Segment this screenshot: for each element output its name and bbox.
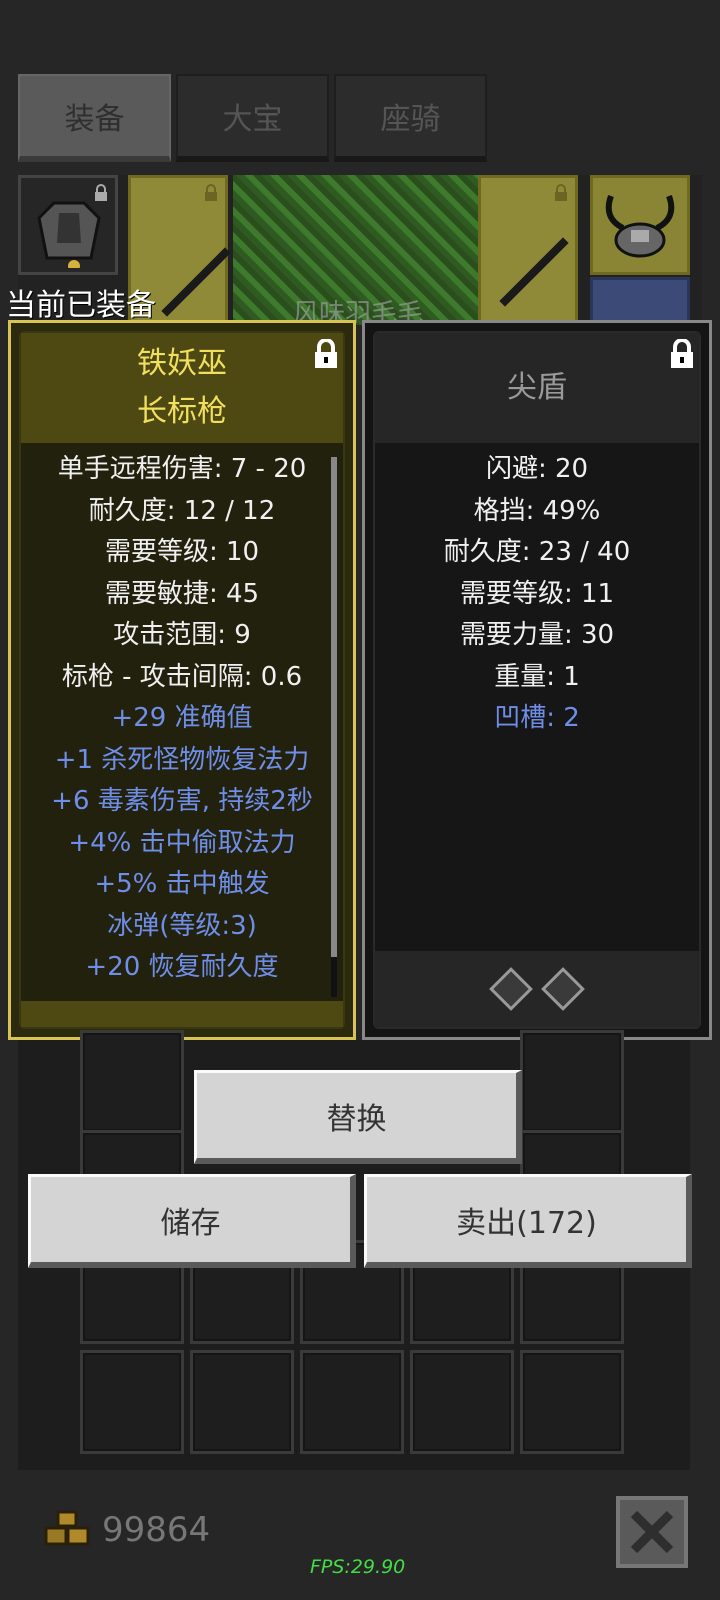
magic-stat-line: +5% 击中触发 xyxy=(94,869,270,899)
card-footer xyxy=(21,1001,343,1027)
inventory-slot[interactable] xyxy=(520,1030,624,1134)
magic-stat-line: +4% 击中偷取法力 xyxy=(68,827,296,858)
spear-icon xyxy=(499,237,569,307)
stat-line: 需要等级: 11 xyxy=(459,578,615,609)
equipped-item-card: 铁妖巫 长标枪 单手远程伤害: 7 - 20 耐久度: 12 / 12 需要等级… xyxy=(8,320,356,1040)
empty-socket-icon xyxy=(489,967,533,1011)
padlock-icon[interactable] xyxy=(313,339,339,369)
magic-stat-line: +29 准确值 xyxy=(111,703,253,733)
stat-line: 耐久度: 23 / 40 xyxy=(443,537,631,567)
spear-icon xyxy=(161,247,231,317)
magic-stat-line: 凹槽: 2 xyxy=(494,703,580,733)
lock-icon xyxy=(95,184,107,201)
magic-stat-line: +20 恢复耐久度 xyxy=(85,952,279,982)
gold-amount: 99864 xyxy=(102,1510,211,1550)
stat-line: 需要等级: 10 xyxy=(104,537,260,567)
socket-row xyxy=(375,951,699,1027)
item-name-prefix: 铁妖巫 xyxy=(137,346,227,381)
stat-line: 单手远程伤害: 7 - 20 xyxy=(57,454,307,484)
new-item-card: 尖盾 闪避: 20 格挡: 49% 耐久度: 23 / 40 需要等级: 11 … xyxy=(362,320,712,1040)
sell-button[interactable]: 卖出(172) xyxy=(364,1174,692,1268)
tab-mount[interactable]: 座骑 xyxy=(334,74,487,162)
inventory-slot[interactable] xyxy=(190,1350,294,1454)
stat-line: 耐久度: 12 / 12 xyxy=(88,495,276,526)
stats-scrollbar[interactable] xyxy=(331,457,337,997)
inventory-slot[interactable] xyxy=(300,1350,404,1454)
inventory-slot[interactable] xyxy=(80,1030,184,1134)
close-button[interactable] xyxy=(616,1496,688,1568)
item-stats: 单手远程伤害: 7 - 20 耐久度: 12 / 12 需要等级: 10 需要敏… xyxy=(21,443,343,989)
inventory-slot[interactable] xyxy=(410,1350,514,1454)
tab-bar: 装备 大宝 座骑 xyxy=(18,74,487,162)
stat-line: 标枪 - 攻击间隔: 0.6 xyxy=(61,661,303,692)
inventory-slot[interactable] xyxy=(80,1350,184,1454)
replace-button[interactable]: 替换 xyxy=(194,1070,522,1164)
ring-slot[interactable] xyxy=(590,277,690,325)
lock-icon xyxy=(555,184,567,201)
stat-line: 需要敏捷: 45 xyxy=(104,578,260,609)
stat-line: 闪避: 20 xyxy=(485,454,589,484)
offhand-slot[interactable] xyxy=(478,175,578,325)
item-stats: 闪避: 20 格挡: 49% 耐久度: 23 / 40 需要等级: 11 需要力… xyxy=(375,443,699,740)
horned-helmet-icon xyxy=(605,194,675,258)
tab-equipment[interactable]: 装备 xyxy=(18,74,171,162)
scrollbar-thumb[interactable] xyxy=(331,457,337,957)
stat-line: 格挡: 49% xyxy=(473,495,601,526)
item-header: 尖盾 xyxy=(375,333,699,443)
stat-line: 重量: 1 xyxy=(494,661,580,692)
equipped-label: 当前已装备 xyxy=(6,288,156,323)
lock-icon xyxy=(205,184,217,201)
stat-line: 攻击范围: 9 xyxy=(113,620,251,650)
inventory-slot[interactable] xyxy=(520,1350,624,1454)
item-name: 尖盾 xyxy=(507,370,567,405)
close-icon xyxy=(630,1510,674,1554)
store-button[interactable]: 储存 xyxy=(28,1174,356,1268)
helmet-slot[interactable] xyxy=(590,175,690,275)
item-base-name: 长标枪 xyxy=(137,394,227,429)
empty-socket-icon xyxy=(541,967,585,1011)
magic-stat-line: +1 杀死怪物恢复法力 xyxy=(54,744,310,775)
armor-slot[interactable] xyxy=(18,175,118,275)
stat-line: 需要力量: 30 xyxy=(459,620,615,650)
padlock-icon[interactable] xyxy=(669,339,695,369)
item-header: 铁妖巫 长标枪 xyxy=(21,333,343,443)
tab-treasure[interactable]: 大宝 xyxy=(176,74,329,162)
fps-counter: FPS:29.90 xyxy=(310,1556,406,1578)
gold-icon xyxy=(44,1510,90,1546)
magic-stat-line: +6 毒素伤害, 持续2秒 xyxy=(51,786,313,816)
magic-stat-line: 冰弹(等级:3) xyxy=(107,910,257,941)
